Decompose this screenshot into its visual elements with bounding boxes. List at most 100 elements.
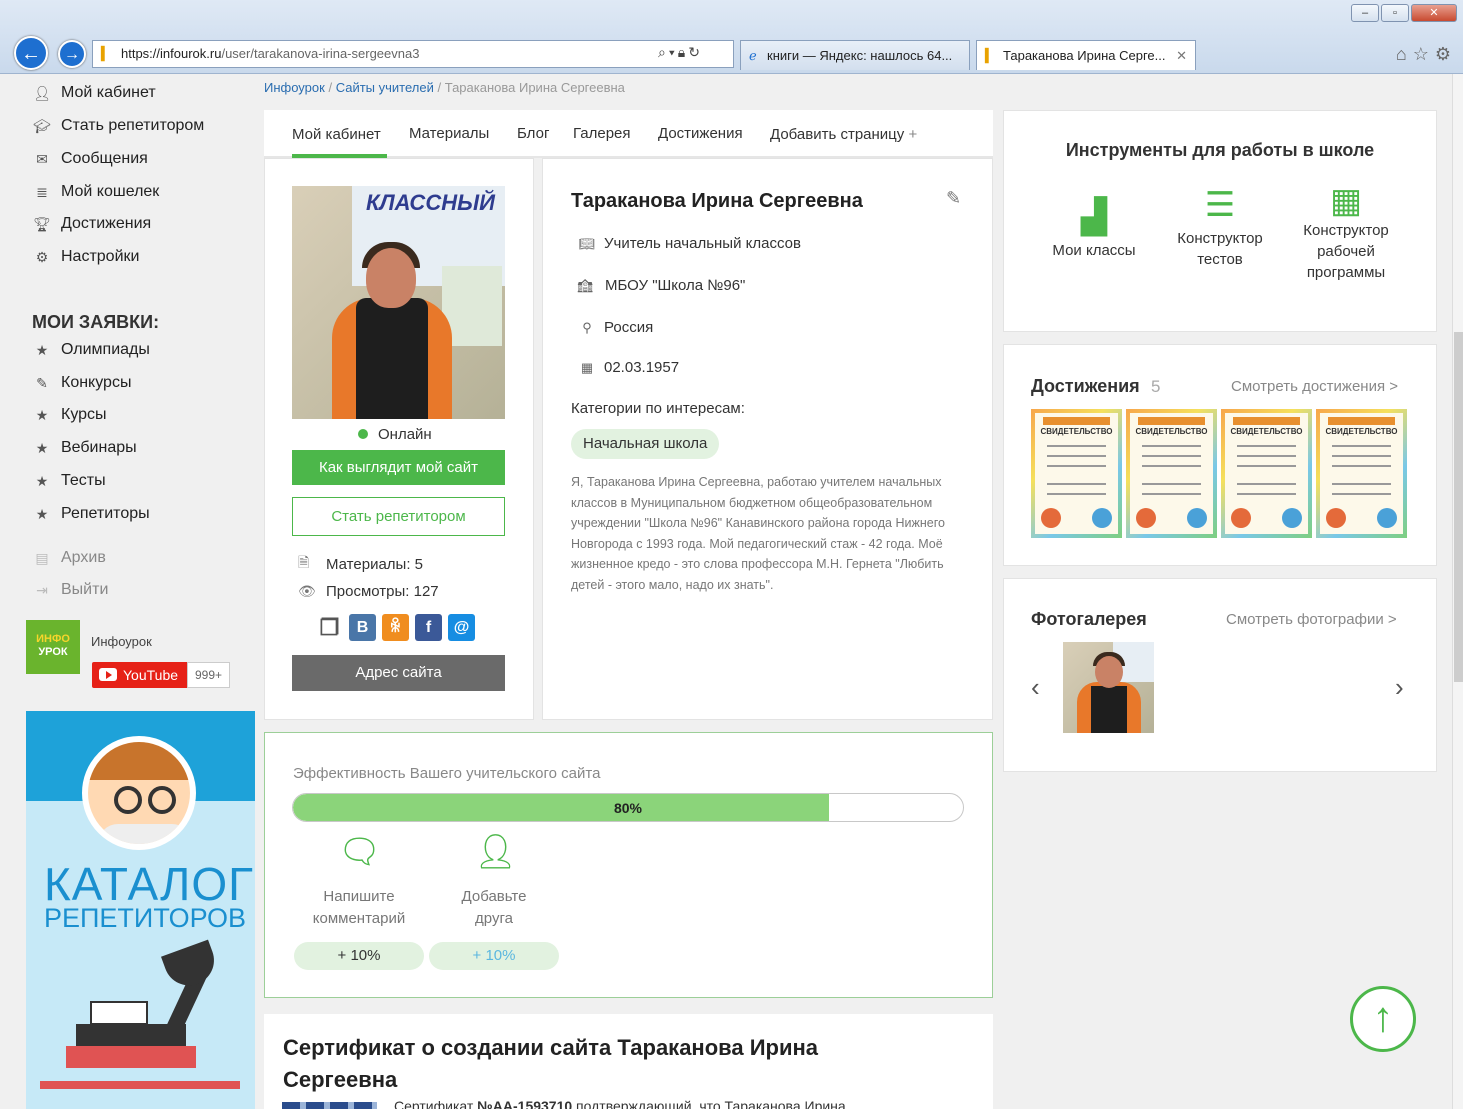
dropdown-icon[interactable]: ▾ <box>669 44 678 60</box>
browser-chrome: – ▫ ✕ ← → ▍ https://infourok.ru/user/tar… <box>0 0 1463 74</box>
star-icon: ★ <box>35 341 49 358</box>
window-controls: – ▫ ✕ <box>1351 4 1457 22</box>
sidebar-item-wallet[interactable]: ≣ Мой кошелек <box>33 183 159 201</box>
star-icon[interactable]: ☆ <box>1413 44 1435 64</box>
location-pin-icon: ⚲ <box>582 319 592 335</box>
sidebar-item-label: Стать репетитором <box>61 117 205 134</box>
graduation-cap-icon: 🎓︎ <box>33 117 51 134</box>
sidebar-item-logout[interactable]: ⇥ Выйти <box>33 581 108 599</box>
search-icon[interactable]: ⌕ <box>658 44 669 60</box>
home-icon[interactable]: ⌂ <box>1396 44 1413 64</box>
become-tutor-button[interactable]: Стать репетитором <box>292 497 505 536</box>
sidebar-item-contests[interactable]: ✎ Конкурсы <box>33 374 131 392</box>
archive-icon: ▤ <box>35 549 49 566</box>
tab-blog[interactable]: Блог <box>517 125 549 142</box>
maximize-button[interactable]: ▫ <box>1381 4 1409 22</box>
lock-icon[interactable]: 🔒︎ <box>678 44 688 60</box>
close-window-button[interactable]: ✕ <box>1411 4 1457 22</box>
requests-heading: МОИ ЗАЯВКИ: <box>32 312 160 332</box>
achievement-certificate[interactable]: СВИДЕТЕЛЬСТВО <box>1031 409 1122 538</box>
page-scrollbar[interactable] <box>1452 74 1463 1109</box>
school-icon: 🏫︎ <box>576 277 594 293</box>
close-tab-icon[interactable]: ✕ <box>1176 41 1187 70</box>
sidebar-item-archive[interactable]: ▤ Архив <box>33 549 105 567</box>
task-friend-bonus: + 10% <box>429 942 559 970</box>
sidebar-item-tests[interactable]: ★ Тесты <box>33 472 106 490</box>
categories-title: Категории по интересам: <box>571 400 745 417</box>
url-path: /user/tarakanova-irina-sergeevna3 <box>221 46 420 61</box>
sidebar-item-tutors[interactable]: ★ Репетиторы <box>33 505 150 523</box>
minimize-button[interactable]: – <box>1351 4 1379 22</box>
star-icon: ★ <box>35 505 49 522</box>
add-user-icon[interactable]: 👤︎ <box>474 832 517 872</box>
tutor-catalog-banner[interactable]: КАТАЛОГ РЕПЕТИТОРОВ <box>26 711 255 1109</box>
scroll-to-top-button[interactable]: ↑ <box>1350 986 1416 1052</box>
materials-count[interactable]: 🗎 Материалы: 5 <box>298 552 423 576</box>
gallery-prev-icon[interactable]: ‹ <box>1031 672 1040 703</box>
ok-icon[interactable]: ꆜ <box>382 614 409 641</box>
tab-materials[interactable]: Материалы <box>409 125 489 142</box>
breadcrumb-teacher-sites[interactable]: Сайты учителей <box>336 80 434 95</box>
sidebar-item-settings[interactable]: ⚙ Настройки <box>33 248 140 266</box>
sidebar-item-achievements[interactable]: 🏆︎ Достижения <box>33 215 151 233</box>
url-prefix: https://infourok.ru <box>121 46 222 61</box>
tool-test-builder[interactable]: ☰ Конструктор тестов <box>1166 186 1274 270</box>
tool-my-classes[interactable]: ▟ Мои классы <box>1040 198 1148 261</box>
tab-add-page[interactable]: Добавить страницу + <box>770 126 917 143</box>
forward-button[interactable]: → <box>58 40 86 68</box>
task-friend-label[interactable]: Добавьте друга <box>429 886 559 930</box>
certificate-label: СВИДЕТЕЛЬСТВО <box>1230 427 1303 436</box>
certificate-text: Сертификат №АА-1593710 подтверждающий, ч… <box>394 1098 846 1109</box>
photo-poster-text: КЛАССНЫЙ <box>366 190 495 215</box>
browser-tab-profile[interactable]: ▍ Тараканова Ирина Серге... ✕ <box>976 40 1196 70</box>
gear-icon[interactable]: ⚙ <box>1435 44 1457 64</box>
tab-achievements[interactable]: Достижения <box>658 125 743 142</box>
sidebar-item-label: Олимпиады <box>61 341 150 358</box>
browser-tab-yandex[interactable]: ℯ книги — Яндекс: нашлось 64... <box>740 40 970 70</box>
achievement-certificate[interactable]: СВИДЕТЕЛЬСТВО <box>1316 409 1407 538</box>
edit-pencil-icon[interactable]: ✎ <box>946 188 961 209</box>
achievement-certificate[interactable]: СВИДЕТЕЛЬСТВО <box>1126 409 1217 538</box>
share-icon[interactable]: ❐ <box>316 614 343 641</box>
browser-toolbar-icons: ⌂☆⚙ <box>1396 44 1457 65</box>
view-photos-link[interactable]: Смотреть фотографии > <box>1226 611 1397 628</box>
vk-icon[interactable]: В <box>349 614 376 641</box>
site-address-button[interactable]: Адрес сайта <box>292 655 505 691</box>
profile-school: 🏫︎ МБОУ "Школа №96" <box>573 277 746 294</box>
tool-program-builder[interactable]: ▦ Конструктор рабочей программы <box>1290 182 1402 283</box>
profile-photo[interactable]: КЛАССНЫЙ <box>292 186 505 419</box>
sidebar-item-webinars[interactable]: ★ Вебинары <box>33 439 137 457</box>
channel-name: Инфоурок <box>91 634 152 649</box>
tab-my-cabinet[interactable]: Мой кабинет <box>292 126 381 143</box>
certificate-title: Сертификат о создании сайта Тараканова И… <box>283 1035 819 1092</box>
task-comment-label[interactable]: Напишите комментарий <box>294 886 424 930</box>
scrollbar-thumb[interactable] <box>1454 332 1463 682</box>
sidebar-item-olympiads[interactable]: ★ Олимпиады <box>33 341 150 359</box>
mail-icon[interactable]: @ <box>448 614 475 641</box>
sidebar-item-become-tutor[interactable]: 🎓︎ Стать репетитором <box>33 117 204 135</box>
tab-gallery[interactable]: Галерея <box>573 125 631 142</box>
breadcrumb-home[interactable]: Инфоурок <box>264 80 325 95</box>
address-bar[interactable]: ▍ https://infourok.ru/user/tarakanova-ir… <box>92 40 734 68</box>
facebook-icon[interactable]: f <box>415 614 442 641</box>
back-button[interactable]: ← <box>14 36 48 70</box>
youtube-subscribe-button[interactable]: YouTube <box>92 662 187 688</box>
achievement-certificate[interactable]: СВИДЕТЕЛЬСТВО <box>1221 409 1312 538</box>
sidebar-item-my-cabinet[interactable]: 👤︎ Мой кабинет <box>33 84 156 102</box>
comment-icon[interactable]: 🗨︎ <box>338 832 381 872</box>
sidebar-item-courses[interactable]: ★ Курсы <box>33 406 107 424</box>
gallery-next-icon[interactable]: › <box>1395 672 1404 703</box>
infourok-logo[interactable]: ИНФО УРОК <box>26 620 80 674</box>
certificate-thumbnail[interactable] <box>282 1102 377 1109</box>
breadcrumb-separator: / <box>437 80 442 95</box>
refresh-icon[interactable]: ↻ <box>688 44 703 60</box>
view-my-site-button[interactable]: Как выглядит мой сайт <box>292 450 505 485</box>
address-bar-icons: ⌕▾🔒︎↻ <box>658 44 703 61</box>
gallery-photo[interactable] <box>1063 642 1154 733</box>
sidebar-item-messages[interactable]: ✉ Сообщения <box>33 150 148 168</box>
view-achievements-link[interactable]: Смотреть достижения > <box>1231 378 1398 395</box>
breadcrumb: Инфоурок / Сайты учителей / Тараканова И… <box>264 80 625 95</box>
profile-position: 📖︎ Учитель начальный классов <box>578 235 801 252</box>
coins-icon: ≣ <box>36 183 48 200</box>
category-chip[interactable]: Начальная школа <box>571 429 720 459</box>
